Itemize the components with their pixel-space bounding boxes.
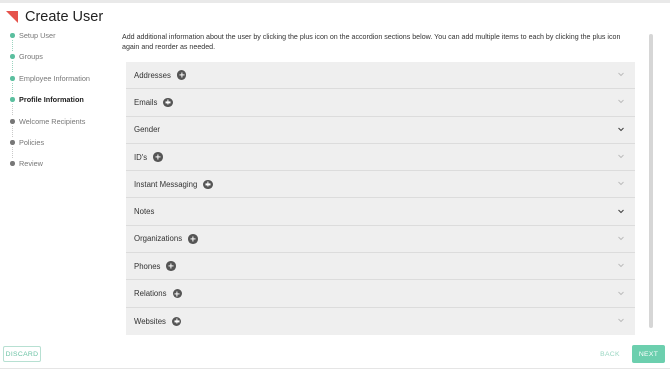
accordion-label: Instant Messaging (134, 179, 198, 189)
step-connector (12, 83, 13, 94)
step-label: Setup User (19, 31, 56, 40)
accordion-label: Notes (134, 207, 155, 217)
step-label: Review (19, 159, 43, 168)
chevron-down-icon[interactable] (617, 316, 625, 324)
step-dot (10, 54, 15, 59)
accordion-label: Relations (134, 289, 167, 299)
add-email-plus-icon[interactable] (163, 97, 173, 108)
accordion-label: Emails (134, 97, 158, 107)
red-triangle-logo (6, 11, 18, 23)
add-website-plus-icon[interactable] (171, 316, 182, 327)
accordion-ids[interactable]: ID's (126, 144, 635, 172)
accordion-relations[interactable]: Relations (126, 280, 635, 308)
step-dot (10, 76, 15, 81)
accordion-label: Organizations (134, 234, 183, 244)
step-label: Profile Information (19, 95, 84, 104)
step-dot (10, 33, 15, 38)
accordion-phones[interactable]: Phones (126, 253, 635, 281)
chevron-down-icon[interactable] (617, 234, 625, 242)
add-organization-plus-icon[interactable] (188, 234, 198, 244)
step-setup-user[interactable]: Setup User (10, 31, 56, 40)
add-id-plus-icon[interactable] (153, 152, 163, 162)
chevron-down-icon[interactable] (617, 207, 625, 215)
intro-text: Add additional information about the use… (122, 33, 621, 51)
accordion-websites[interactable]: Websites (126, 308, 635, 335)
page-title: Create User (25, 9, 104, 25)
step-connector (12, 147, 13, 158)
chevron-down-icon[interactable] (617, 289, 625, 297)
scrollbar[interactable] (649, 34, 653, 328)
step-connector (12, 126, 13, 137)
add-instant-messaging-plus-icon[interactable] (203, 179, 213, 190)
step-employee-information[interactable]: Employee Information (10, 74, 90, 83)
chevron-down-icon[interactable] (617, 125, 625, 133)
profile-accordion: Addresses Emails Gender ID's Instant Mes… (126, 62, 635, 335)
chevron-down-icon[interactable] (617, 179, 625, 187)
chevron-down-icon[interactable] (617, 70, 625, 78)
step-label: Policies (19, 138, 45, 147)
step-dot (10, 119, 15, 124)
chevron-down-icon[interactable] (617, 97, 625, 105)
accordion-label: Addresses (134, 70, 171, 80)
page-header: Create User (6, 8, 103, 26)
accordion-addresses[interactable]: Addresses (126, 62, 635, 90)
chevron-down-icon[interactable] (617, 261, 625, 269)
top-border (0, 0, 670, 3)
accordion-label: Phones (134, 261, 161, 271)
accordion-emails[interactable]: Emails (126, 89, 635, 117)
next-button[interactable]: NEXT (632, 345, 665, 363)
accordion-label: Gender (134, 125, 161, 135)
step-connector (12, 40, 13, 51)
step-dot (10, 161, 15, 166)
accordion-organizations[interactable]: Organizations (126, 226, 635, 254)
step-label: Welcome Recipients (19, 117, 86, 126)
accordion-notes[interactable]: Notes (126, 198, 635, 226)
main-content: Add additional information about the use… (122, 32, 636, 52)
add-address-plus-icon[interactable] (176, 70, 187, 80)
step-policies[interactable]: Policies (10, 138, 44, 147)
accordion-instant-messaging[interactable]: Instant Messaging (126, 171, 635, 199)
step-label: Employee Information (19, 74, 90, 83)
chevron-down-icon[interactable] (617, 152, 625, 160)
back-button[interactable]: BACK (596, 346, 624, 362)
accordion-label: Websites (134, 316, 166, 326)
step-review[interactable]: Review (10, 159, 43, 168)
step-label: Groups (19, 52, 43, 61)
accordion-gender[interactable]: Gender (126, 117, 635, 144)
discard-button[interactable]: DISCARD (3, 346, 41, 362)
accordion-label: ID's (134, 152, 148, 162)
step-dot (10, 140, 15, 145)
add-phone-plus-icon[interactable] (166, 261, 176, 271)
step-connector (12, 104, 13, 115)
step-groups[interactable]: Groups (10, 52, 43, 61)
step-dot (10, 97, 15, 102)
add-relation-plus-icon[interactable] (172, 288, 183, 299)
step-welcome-recipients[interactable]: Welcome Recipients (10, 117, 85, 126)
step-connector (12, 61, 13, 72)
step-profile-information[interactable]: Profile Information (10, 95, 84, 104)
